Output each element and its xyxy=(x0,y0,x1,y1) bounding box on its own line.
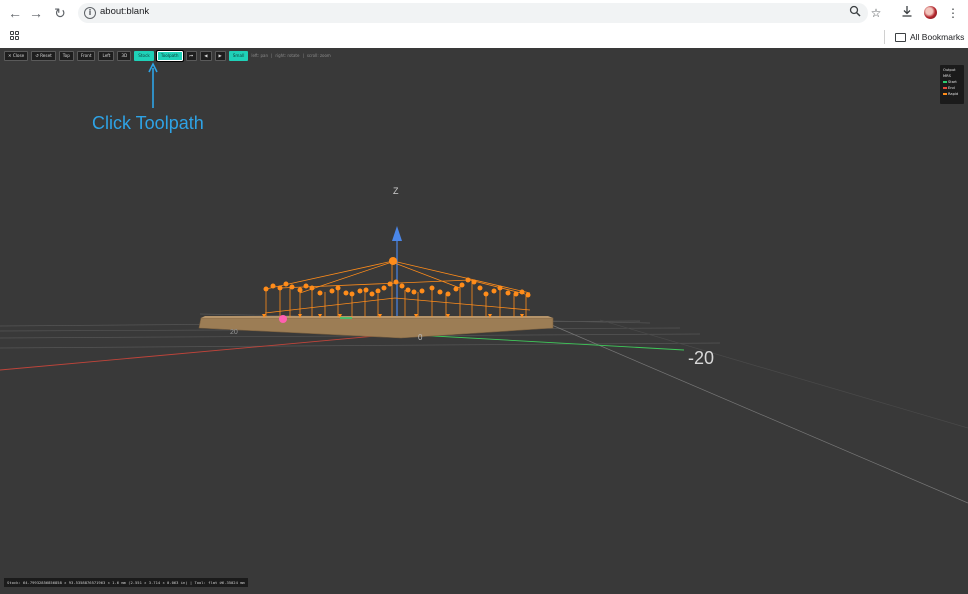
browser-toolbar: ← → ↻ i about:blank ☆ ⋮ xyxy=(0,0,968,26)
download-icon[interactable] xyxy=(898,4,916,22)
address-bar[interactable]: i about:blank xyxy=(78,3,868,23)
all-bookmarks-button[interactable]: All Bookmarks xyxy=(895,30,964,44)
all-bookmarks-label: All Bookmarks xyxy=(910,32,965,42)
apps-grid-icon[interactable] xyxy=(10,31,19,40)
folder-icon xyxy=(895,32,906,42)
back-arrow-icon[interactable]: ← xyxy=(6,4,24,22)
profile-avatar[interactable] xyxy=(924,6,937,19)
annotation-label: Click Toolpath xyxy=(92,113,204,133)
status-bar: Stock: 64.79932856856858 × 93.5358876571… xyxy=(4,578,248,587)
z-axis-label: Z xyxy=(393,186,399,196)
grid-label-0: 0 xyxy=(418,333,423,342)
reload-icon[interactable]: ↻ xyxy=(51,4,69,22)
tool-start-marker xyxy=(279,315,287,323)
zoom-icon[interactable] xyxy=(846,4,864,22)
toolpath-viewer[interactable]: Z -20 0 20 ✕ Close ↺ Reset Top Front Lef… xyxy=(0,48,968,594)
bookmarks-divider xyxy=(884,30,885,44)
site-info-icon[interactable]: i xyxy=(84,7,96,19)
bookmark-star-icon[interactable]: ☆ xyxy=(867,4,885,22)
grid-label-20: 20 xyxy=(230,329,238,336)
grid-lines xyxy=(0,313,968,504)
y-axis-line xyxy=(397,333,685,351)
bookmarks-bar: All Bookmarks xyxy=(0,26,968,49)
url-text: about:blank xyxy=(100,6,150,17)
forward-arrow-icon[interactable]: → xyxy=(27,4,45,22)
kebab-menu-icon[interactable]: ⋮ xyxy=(944,4,962,22)
z-axis-arrowhead xyxy=(392,226,402,241)
grid-label-minus-20: -20 xyxy=(688,348,714,368)
x-axis-line xyxy=(0,333,399,371)
